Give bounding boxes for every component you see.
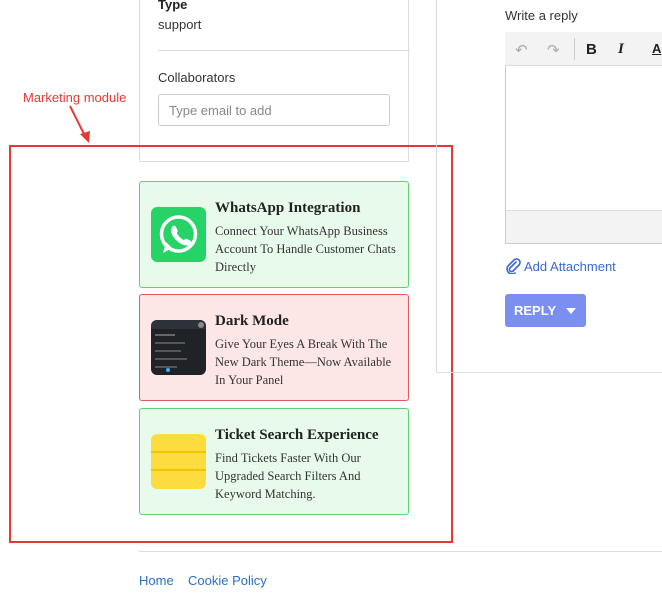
annotation-arrow-icon: [69, 105, 90, 143]
undo-icon[interactable]: ↶: [515, 41, 528, 59]
card-title: Ticket Search Experience: [215, 427, 379, 443]
editor-footer: [506, 210, 662, 243]
ticket-search-icon: [151, 434, 206, 489]
marketing-card-whatsapp[interactable]: WhatsApp Integration Connect Your WhatsA…: [139, 181, 409, 288]
editor-toolbar: [505, 32, 662, 66]
whatsapp-icon: [151, 207, 206, 262]
footer-link-cookie-policy[interactable]: Cookie Policy: [188, 573, 267, 588]
font-button[interactable]: A: [652, 41, 661, 56]
italic-button[interactable]: I: [618, 41, 624, 58]
card-description: Find Tickets Faster With Our Upgraded Se…: [215, 451, 361, 501]
card-description: Connect Your WhatsApp Business Account T…: [215, 224, 396, 274]
paperclip-icon: [506, 258, 521, 275]
card-title: WhatsApp Integration: [215, 200, 361, 216]
marketing-module-annotation-label: Marketing module: [23, 90, 127, 105]
write-reply-label: Write a reply: [505, 8, 578, 23]
add-attachment-label: Add Attachment: [524, 259, 616, 274]
reply-button[interactable]: REPLY: [505, 294, 586, 327]
add-attachment-link[interactable]: Add Attachment: [505, 258, 616, 275]
collaborators-label: Collaborators: [158, 70, 236, 85]
marketing-card-dark-mode[interactable]: Dark Mode Give Your Eyes A Break With Th…: [139, 294, 409, 401]
divider: [158, 50, 410, 51]
reply-button-label: REPLY: [514, 303, 557, 318]
bold-button[interactable]: B: [586, 41, 597, 58]
chevron-down-icon: [566, 308, 576, 314]
type-label: Type: [158, 0, 188, 12]
card-description: Give Your Eyes A Break With The New Dark…: [215, 337, 392, 387]
toolbar-separator: [574, 38, 575, 60]
footer-link-home[interactable]: Home: [139, 573, 174, 588]
collaborators-email-input[interactable]: [158, 94, 390, 126]
redo-icon[interactable]: ↷: [547, 41, 560, 59]
dark-mode-preview-icon: [151, 320, 206, 375]
marketing-card-ticket-search[interactable]: Ticket Search Experience Find Tickets Fa…: [139, 408, 409, 515]
type-value: support: [158, 17, 202, 32]
footer-divider: [139, 551, 662, 552]
card-title: Dark Mode: [215, 313, 289, 329]
